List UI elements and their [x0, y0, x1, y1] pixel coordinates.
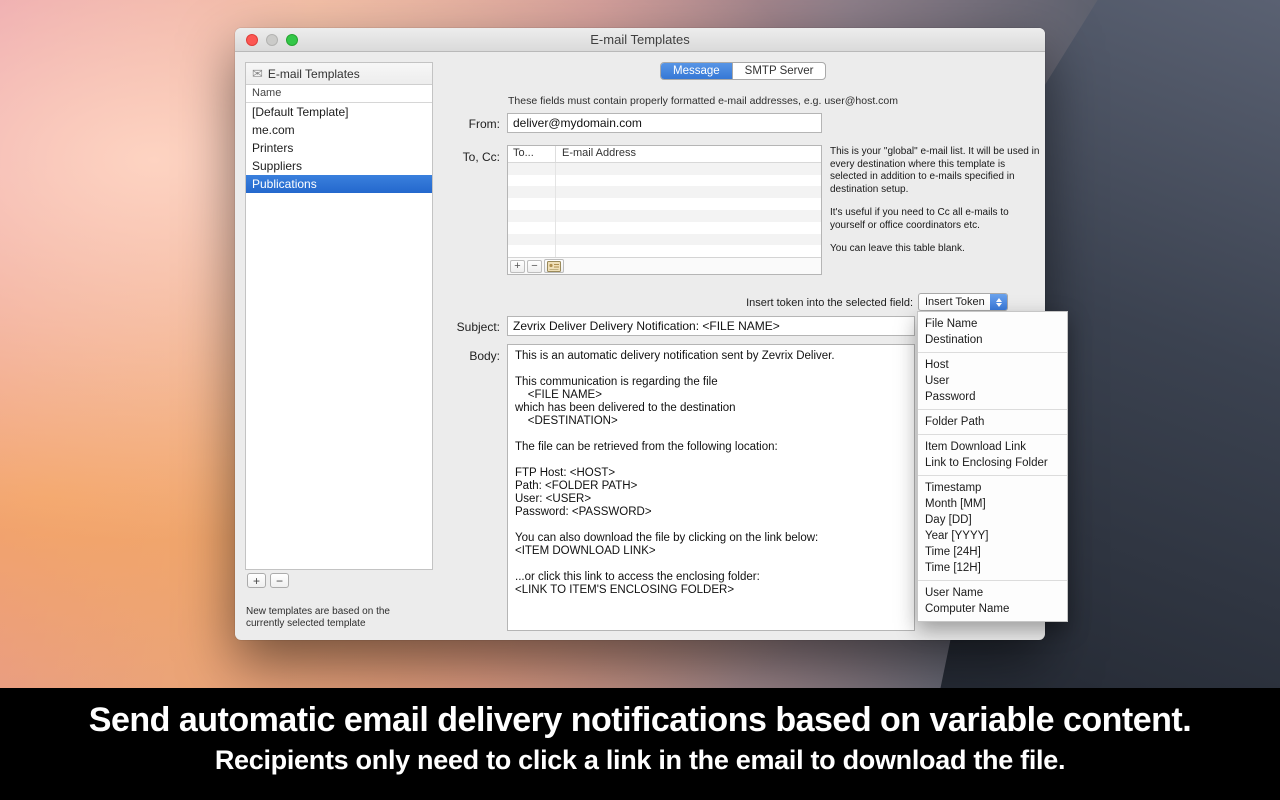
tocc-row[interactable] [508, 245, 821, 257]
tab-bar: Message SMTP Server [660, 62, 826, 80]
menu-item-user[interactable]: User [918, 373, 1067, 389]
tocc-row[interactable] [508, 175, 821, 187]
address-format-note: These fields must contain properly forma… [508, 95, 898, 107]
dropdown-arrows-icon [990, 294, 1007, 310]
menu-item-month[interactable]: Month [MM] [918, 496, 1067, 512]
menu-item-timestamp[interactable]: Timestamp [918, 480, 1067, 496]
tocc-row[interactable] [508, 234, 821, 246]
insert-token-label: Insert token into the selected field: [655, 297, 913, 309]
template-list-title: E-mail Templates [268, 67, 360, 81]
tocc-col-to[interactable]: To... [508, 146, 556, 162]
menu-item-link-to-enclosing-folder[interactable]: Link to Enclosing Folder [918, 455, 1067, 471]
marketing-banner: Send automatic email delivery notificati… [0, 688, 1280, 800]
name-column-header[interactable]: Name [246, 85, 432, 103]
tocc-row[interactable] [508, 222, 821, 234]
window-titlebar[interactable]: E-mail Templates [235, 28, 1045, 52]
menu-item-time-24h[interactable]: Time [24H] [918, 544, 1067, 560]
tocc-table-header: To... E-mail Address [508, 146, 821, 163]
global-list-note: This is your "global" e-mail list. It wi… [830, 146, 1042, 267]
menu-item-password[interactable]: Password [918, 389, 1067, 405]
tocc-row[interactable] [508, 163, 821, 175]
tocc-remove-button[interactable]: − [527, 260, 542, 273]
banner-subheadline: Recipients only need to click a link in … [215, 745, 1065, 776]
template-list-buttons: + − [247, 573, 289, 588]
menu-item-file-name[interactable]: File Name [918, 316, 1067, 332]
desktop: E-mail Templates ✉ E-mail Templates Name… [0, 0, 1280, 800]
menu-item-folder-path[interactable]: Folder Path [918, 414, 1067, 430]
global-list-note-1: This is your "global" e-mail list. It wi… [830, 146, 1042, 196]
template-list-header: ✉ E-mail Templates [246, 63, 432, 85]
tocc-table[interactable]: To... E-mail Address + − [507, 145, 822, 275]
menu-item-item-download-link[interactable]: Item Download Link [918, 439, 1067, 455]
template-list: [Default Template] me.com Printers Suppl… [246, 103, 432, 569]
tab-smtp-server[interactable]: SMTP Server [732, 63, 826, 79]
template-item-publications[interactable]: Publications [246, 175, 432, 193]
remove-template-button[interactable]: − [270, 573, 289, 588]
tocc-add-button[interactable]: + [510, 260, 525, 273]
template-list-panel: ✉ E-mail Templates Name [Default Templat… [245, 62, 433, 570]
subject-label: Subject: [395, 320, 500, 334]
tab-message[interactable]: Message [661, 63, 732, 79]
global-list-note-2: It's useful if you need to Cc all e-mail… [830, 207, 1042, 232]
menu-item-day[interactable]: Day [DD] [918, 512, 1067, 528]
traffic-lights [246, 34, 298, 46]
menu-item-time-12h[interactable]: Time [12H] [918, 560, 1067, 576]
insert-token-menu: File Name Destination Host User Password… [917, 311, 1068, 622]
tocc-table-toolbar: + − [508, 257, 821, 274]
close-button[interactable] [246, 34, 258, 46]
window-title: E-mail Templates [235, 28, 1045, 52]
tocc-col-email[interactable]: E-mail Address [556, 146, 821, 162]
menu-item-destination[interactable]: Destination [918, 332, 1067, 348]
add-template-button[interactable]: + [247, 573, 266, 588]
minimize-button[interactable] [266, 34, 278, 46]
tocc-row[interactable] [508, 210, 821, 222]
menu-item-user-name[interactable]: User Name [918, 585, 1067, 601]
menu-item-host[interactable]: Host [918, 357, 1067, 373]
envelope-icon: ✉ [252, 66, 263, 82]
tocc-row[interactable] [508, 198, 821, 210]
menu-item-computer-name[interactable]: Computer Name [918, 601, 1067, 617]
insert-token-dropdown[interactable]: Insert Token [918, 293, 1008, 311]
global-list-note-3: You can leave this table blank. [830, 243, 1042, 256]
from-label: From: [395, 117, 500, 131]
tocc-row[interactable] [508, 186, 821, 198]
menu-item-year[interactable]: Year [YYYY] [918, 528, 1067, 544]
from-field[interactable] [507, 113, 822, 133]
zoom-button[interactable] [286, 34, 298, 46]
template-footnote: New templates are based on the currently… [246, 606, 390, 630]
contacts-button[interactable] [544, 259, 564, 273]
insert-token-dropdown-value: Insert Token [919, 294, 990, 310]
banner-headline: Send automatic email delivery notificati… [89, 701, 1191, 740]
tocc-label: To, Cc: [395, 150, 500, 164]
body-field[interactable]: This is an automatic delivery notificati… [507, 344, 915, 631]
contact-card-icon [547, 261, 561, 272]
subject-field[interactable] [507, 316, 915, 336]
body-label: Body: [395, 349, 500, 363]
